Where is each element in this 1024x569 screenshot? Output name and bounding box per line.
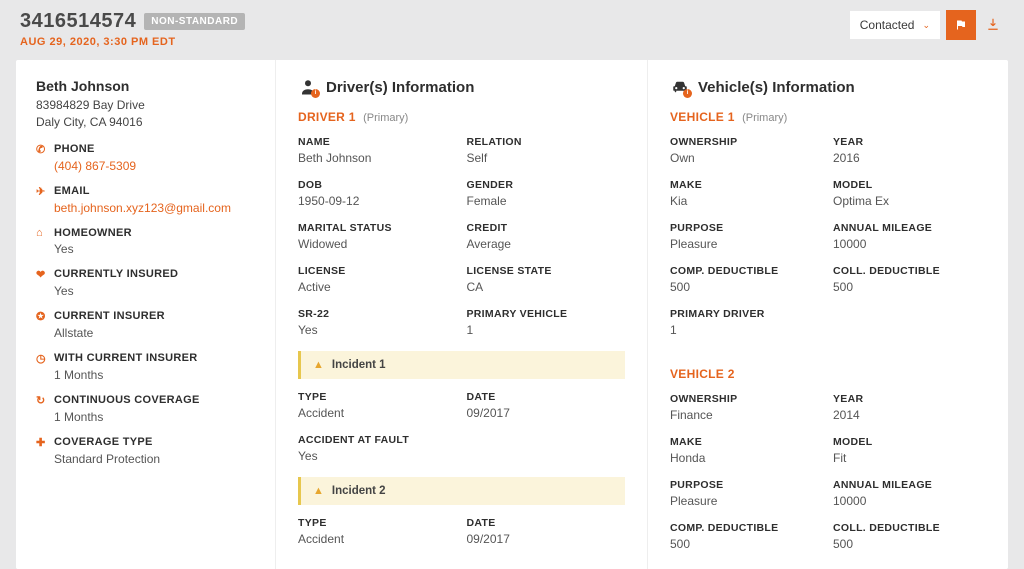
header-bar: 3416514574 NON-STANDARD AUG 29, 2020, 3:… [0, 0, 1024, 56]
email-icon: ✈ [36, 185, 48, 198]
customer-email[interactable]: beth.johnson.xyz123@gmail.com [54, 201, 255, 215]
vehicle2-head: VEHICLE 2 [670, 367, 986, 381]
customer-sidebar: Beth Johnson 83984829 Bay Drive Daly Cit… [16, 60, 276, 569]
drivers-title: Driver(s) Information [326, 79, 474, 96]
download-button[interactable] [982, 17, 1004, 34]
car-icon: i [670, 78, 690, 96]
customer-current-insurer: Allstate [54, 326, 255, 340]
chevron-down-icon: ⌄ [922, 20, 930, 31]
customer-with-current: 1 Months [54, 368, 255, 382]
warning-icon: ▲ [313, 485, 324, 497]
incident-1-bar: ▲ Incident 1 [298, 351, 625, 379]
customer-phone[interactable]: (404) 867-5309 [54, 159, 255, 173]
lead-id: 3416514574 [20, 10, 136, 33]
history-icon: ↻ [36, 394, 48, 407]
status-dropdown[interactable]: Contacted ⌄ [850, 11, 940, 39]
shield-check-icon: ✪ [36, 310, 48, 323]
vehicles-title: Vehicle(s) Information [698, 79, 855, 96]
shield-plus-icon: ✚ [36, 436, 48, 449]
status-value: Contacted [860, 18, 915, 32]
driver1-head: DRIVER 1 (Primary) [298, 110, 625, 124]
driver-icon: i [298, 78, 318, 96]
vehicle1-head: VEHICLE 1 (Primary) [670, 110, 986, 124]
type-badge: NON-STANDARD [144, 13, 245, 30]
download-icon [986, 17, 1000, 31]
flag-icon [955, 19, 967, 31]
shield-icon: ❤ [36, 268, 48, 281]
driver1-grid: NAMEBeth Johnson RELATIONSelf DOB1950-09… [298, 136, 625, 337]
home-icon: ⌂ [36, 227, 48, 239]
customer-address: 83984829 Bay Drive Daly City, CA 94016 [36, 97, 255, 131]
warning-icon: ▲ [313, 359, 324, 371]
customer-name: Beth Johnson [36, 78, 255, 94]
main-panel: Beth Johnson 83984829 Bay Drive Daly Cit… [16, 60, 1008, 569]
lead-date: AUG 29, 2020, 3:30 PM EDT [20, 36, 245, 48]
drivers-panel: i Driver(s) Information DRIVER 1 (Primar… [276, 60, 648, 569]
customer-coverage-type: Standard Protection [54, 452, 255, 466]
customer-homeowner: Yes [54, 242, 255, 256]
incident-2-bar: ▲ Incident 2 [298, 477, 625, 505]
clock-icon: ◷ [36, 352, 48, 365]
customer-currently-insured: Yes [54, 284, 255, 298]
flag-button[interactable] [946, 10, 976, 40]
customer-continuous: 1 Months [54, 410, 255, 424]
phone-icon: ✆ [36, 143, 48, 156]
vehicles-panel: i Vehicle(s) Information VEHICLE 1 (Prim… [648, 60, 1008, 569]
